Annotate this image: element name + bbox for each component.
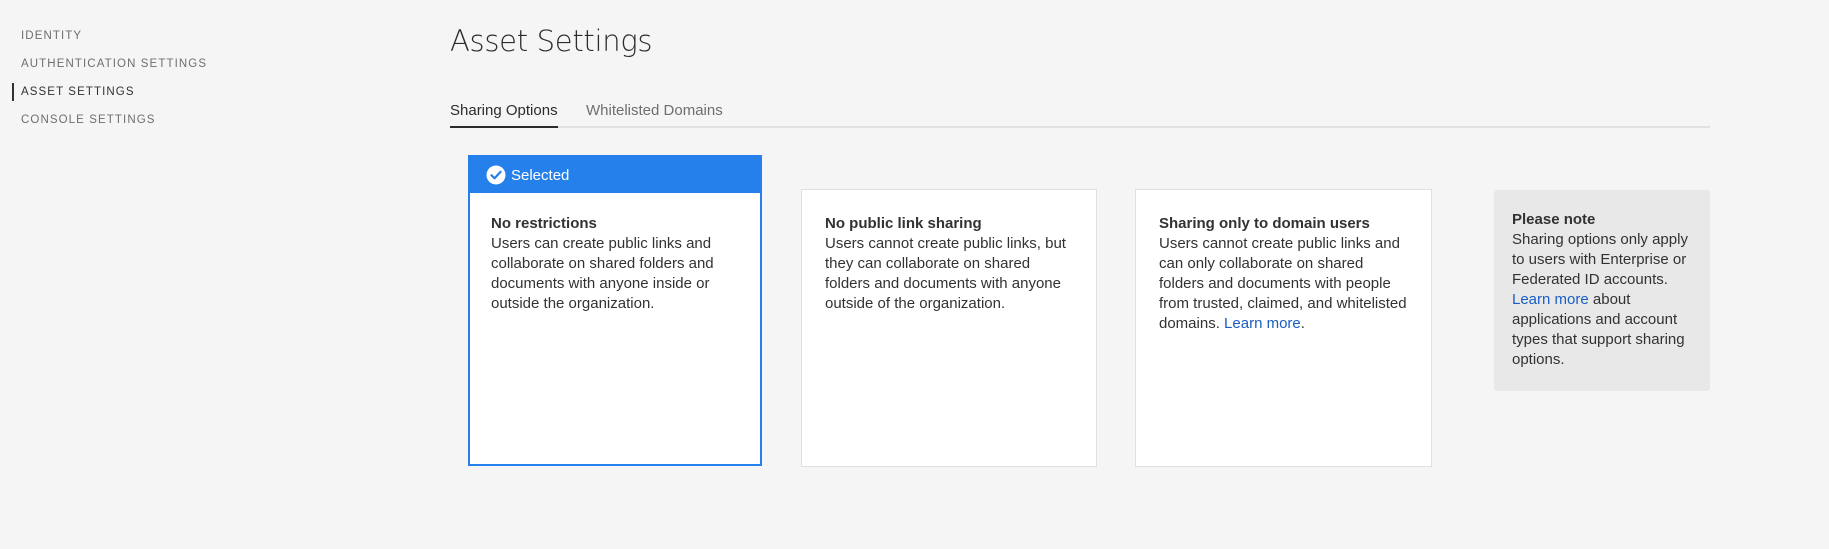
sidebar-item-identity[interactable]: IDENTITY <box>12 26 352 46</box>
note-body: Sharing options only apply to users with… <box>1512 231 1688 288</box>
tab-bar: Sharing Options Whitelisted Domains <box>450 96 1710 128</box>
card-title: Sharing only to domain users <box>1159 215 1370 232</box>
learn-more-link[interactable]: Learn more <box>1224 315 1301 332</box>
card-description: Users can create public links and collab… <box>491 235 714 312</box>
sidebar-item-asset-settings[interactable]: ASSET SETTINGS <box>12 82 352 102</box>
selected-header: Selected <box>470 157 760 193</box>
selected-label: Selected <box>511 167 570 184</box>
card-title: No restrictions <box>491 215 597 232</box>
card-description: Users cannot create public links and can… <box>1159 234 1411 334</box>
sharing-option-card-domain-users-only[interactable]: Sharing only to domain users Users canno… <box>1135 189 1432 467</box>
tab-sharing-options[interactable]: Sharing Options <box>450 102 558 128</box>
page-title: Asset Settings <box>450 24 653 58</box>
please-note-panel: Please note Sharing options only apply t… <box>1494 190 1710 391</box>
tab-whitelisted-domains[interactable]: Whitelisted Domains <box>586 102 723 126</box>
sharing-option-card-no-public-link-sharing[interactable]: No public link sharing Users cannot crea… <box>801 189 1097 467</box>
card-description: Users cannot create public links, but th… <box>825 235 1066 312</box>
sharing-option-card-no-restrictions[interactable]: Selected No restrictions Users can creat… <box>468 155 762 466</box>
link-suffix: . <box>1300 315 1305 332</box>
note-learn-more-link[interactable]: Learn more <box>1512 291 1589 308</box>
note-title: Please note <box>1512 211 1596 228</box>
check-circle-icon <box>486 165 506 185</box>
note-text: Sharing options only apply to users with… <box>1512 230 1692 370</box>
sidebar-item-console-settings[interactable]: CONSOLE SETTINGS <box>12 110 352 130</box>
sidebar-item-authentication-settings[interactable]: AUTHENTICATION SETTINGS <box>12 54 352 74</box>
card-title: No public link sharing <box>825 215 982 232</box>
settings-sidebar: IDENTITY AUTHENTICATION SETTINGS ASSET S… <box>12 26 352 138</box>
